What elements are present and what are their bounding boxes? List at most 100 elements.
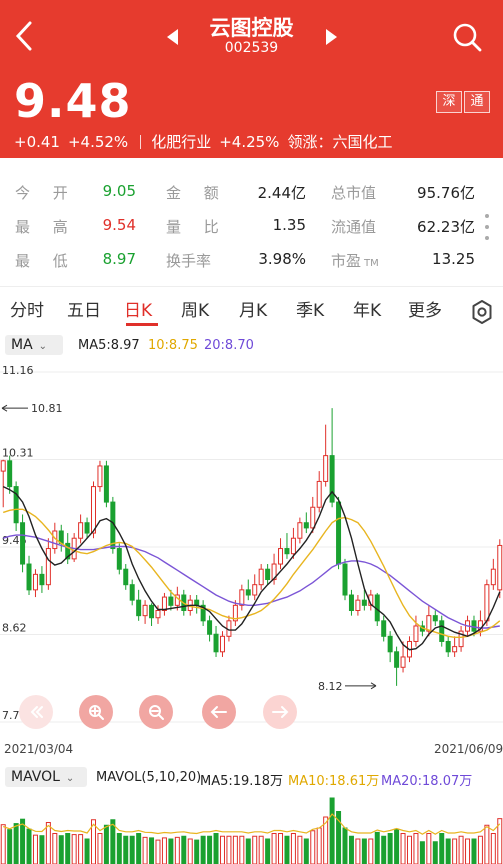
- candle-body: [213, 633, 219, 653]
- active-tab-underline: [126, 323, 158, 326]
- tab-more[interactable]: 更多: [408, 296, 442, 321]
- volume-bar: [239, 835, 245, 864]
- volume-bar: [342, 827, 348, 864]
- high-value: 9.54: [102, 216, 136, 234]
- candle-body: [381, 620, 387, 637]
- volume-bar: [439, 833, 445, 864]
- search-icon[interactable]: [452, 22, 482, 52]
- candle-body: [426, 615, 432, 632]
- right-arrow-button[interactable]: [263, 695, 297, 729]
- volume-bar: [265, 838, 271, 864]
- tab-quarterly-k[interactable]: 季K: [296, 296, 324, 321]
- chart-start-date: 2021/03/04: [4, 742, 74, 756]
- price-change-pct: +4.52%: [67, 133, 129, 151]
- pe-label-text: 市盈: [331, 252, 362, 270]
- candle-body: [355, 599, 361, 611]
- volume-bar: [103, 824, 109, 864]
- candle-body: [361, 599, 367, 606]
- candle-body: [45, 548, 51, 586]
- volume-bar: [232, 835, 238, 864]
- volume-bar: [136, 833, 142, 864]
- y-tick-label: 11.16: [2, 364, 34, 377]
- volume-bar: [52, 833, 58, 864]
- candle-body: [297, 522, 303, 539]
- price-change: +0.41: [14, 133, 60, 151]
- candle-body: [155, 609, 161, 619]
- volume-bar: [284, 835, 290, 864]
- candle-body: [445, 640, 451, 653]
- mavol20-legend: MA20:18.07万: [381, 774, 473, 789]
- candle-body: [310, 506, 316, 529]
- candle-body: [129, 584, 135, 601]
- candle-body: [149, 604, 155, 619]
- candle-body: [490, 568, 496, 586]
- industry-change-pct: +4.25%: [219, 133, 280, 151]
- pe-ttm-suffix: TM: [364, 258, 379, 269]
- volume-bar: [20, 818, 26, 864]
- volume-bar: [194, 839, 200, 864]
- chart-end-date: 2021/06/09: [434, 742, 503, 756]
- turnover-value: 3.98%: [258, 250, 306, 268]
- y-tick-label: 8.62: [2, 622, 27, 635]
- volume-bar: [348, 835, 354, 864]
- industry-leader[interactable]: 领涨：六国化工: [287, 133, 392, 151]
- left-arrow-button[interactable]: [202, 695, 236, 729]
- fast-back-button[interactable]: [19, 695, 53, 729]
- candle-body: [168, 596, 174, 606]
- more-dots-icon[interactable]: [484, 212, 490, 242]
- volume-bar: [303, 838, 309, 864]
- volume-bar: [58, 835, 64, 864]
- stock-header: 云图控股 002539 9.48 深 通 +0.41 +4.52% 化肥行业 +4.2…: [0, 0, 503, 158]
- mavol10-legend: MA10:18.61万: [288, 774, 380, 789]
- volume-bar: [361, 838, 367, 864]
- tab-monthly-k[interactable]: 月K: [239, 296, 267, 321]
- volume-bar: [39, 835, 45, 864]
- open-value: 9.05: [102, 182, 136, 200]
- volume-chart: [0, 797, 503, 864]
- candle-body: [84, 522, 90, 534]
- volume-bar: [45, 822, 51, 864]
- y-tick-label: 10.31: [2, 447, 34, 460]
- candle-body: [432, 615, 438, 622]
- mavol10-line: [2, 813, 501, 835]
- volume-bar: [374, 831, 380, 864]
- mavol5-legend: MA5:19.18万: [200, 774, 283, 789]
- candlestick-chart[interactable]: 11.1610.319.468.627.7710.818.12: [0, 360, 503, 750]
- volume-bar: [161, 837, 167, 864]
- candle-body: [97, 465, 103, 488]
- gear-icon[interactable]: [469, 299, 495, 325]
- volume-bar: [278, 833, 284, 864]
- industry-name[interactable]: 化肥行业: [151, 133, 211, 151]
- volume-bar: [355, 838, 361, 864]
- zoom-out-button[interactable]: [139, 695, 173, 729]
- candle-body: [161, 596, 167, 611]
- ma10-line: [2, 508, 501, 638]
- candle-body: [348, 594, 354, 611]
- candle-body: [252, 584, 258, 596]
- tab-intraday[interactable]: 分时: [10, 296, 44, 321]
- volume-bar: [84, 838, 90, 864]
- volume-bar: [219, 835, 225, 864]
- ma5-legend: MA5:8.97: [78, 338, 140, 353]
- tab-yearly-k[interactable]: 年K: [353, 296, 381, 321]
- zoom-in-button[interactable]: [79, 695, 113, 729]
- candle-body: [32, 573, 38, 591]
- candle-body: [342, 563, 348, 596]
- volume-bar: [452, 838, 458, 864]
- candle-body: [78, 522, 84, 539]
- candle-body: [207, 620, 213, 635]
- tab-daily-k[interactable]: 日K: [124, 296, 152, 321]
- turnover-label: 换手率: [166, 252, 212, 270]
- volume-bar: [207, 835, 213, 864]
- candle-body: [123, 568, 129, 586]
- next-stock-icon[interactable]: [322, 25, 342, 49]
- volume-ratio-label: 量 比: [166, 218, 228, 236]
- tab-5day[interactable]: 五日: [67, 296, 101, 321]
- volume-bar: [400, 833, 406, 864]
- volume-ratio-value: 1.35: [272, 216, 306, 234]
- candle-body: [0, 460, 6, 472]
- volume-bar: [123, 835, 129, 864]
- candle-body: [497, 544, 503, 591]
- tab-weekly-k[interactable]: 周K: [181, 296, 209, 321]
- candle-body: [413, 625, 419, 642]
